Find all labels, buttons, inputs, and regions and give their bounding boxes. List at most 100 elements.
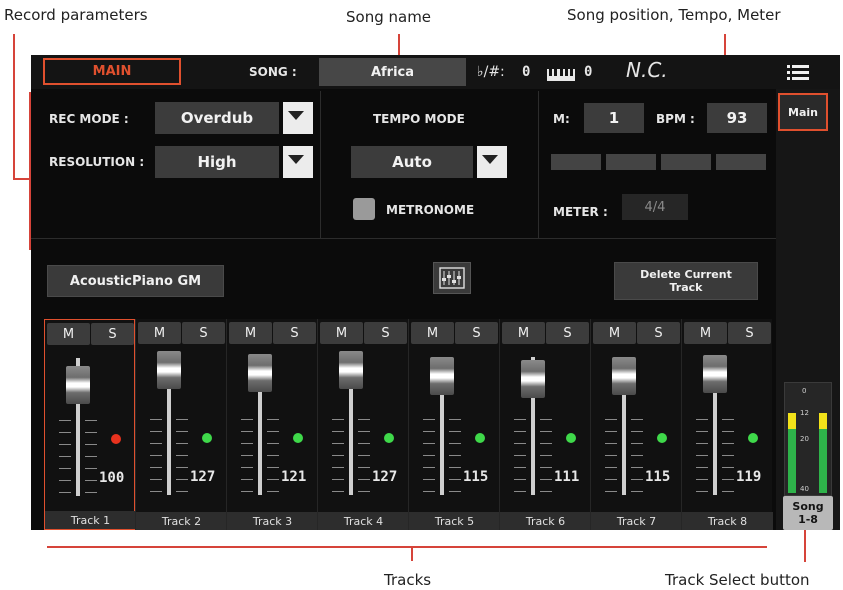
- track-name: Track 2: [136, 512, 227, 530]
- mute-button[interactable]: M: [593, 322, 636, 344]
- fader-tick: [358, 443, 370, 444]
- solo-button[interactable]: S: [182, 322, 225, 344]
- track-strip[interactable]: M S 115 Track 5: [408, 319, 500, 530]
- delete-track-label-1: Delete Current: [640, 268, 732, 281]
- fader-tick: [85, 492, 97, 493]
- fader-tick: [631, 431, 643, 432]
- solo-button[interactable]: S: [91, 323, 134, 345]
- track-select-label-1: Song: [792, 500, 824, 513]
- fader-tick: [514, 455, 526, 456]
- tempo-mode-dropdown-icon[interactable]: [477, 146, 507, 178]
- fader-tick: [540, 479, 552, 480]
- rec-mode-dropdown-icon[interactable]: [283, 102, 313, 134]
- mute-button[interactable]: M: [684, 322, 727, 344]
- fader-tick: [540, 419, 552, 420]
- fader-tick: [514, 431, 526, 432]
- fader-knob[interactable]: [521, 360, 545, 398]
- fader-knob[interactable]: [339, 351, 363, 389]
- fader-tick: [631, 491, 643, 492]
- solo-button[interactable]: S: [637, 322, 680, 344]
- sound-name-button[interactable]: AcousticPiano GM: [47, 265, 224, 297]
- main-tab[interactable]: MAIN: [43, 58, 181, 85]
- fader-tick: [358, 491, 370, 492]
- keyboard-icon: [547, 66, 575, 85]
- measure-field[interactable]: 1: [584, 103, 644, 133]
- mute-button[interactable]: M: [502, 322, 545, 344]
- fader-tick: [696, 443, 708, 444]
- fader-knob[interactable]: [248, 354, 272, 392]
- activity-led: [111, 434, 121, 444]
- solo-button[interactable]: S: [728, 322, 771, 344]
- mute-button[interactable]: M: [47, 323, 90, 345]
- fader-tick: [332, 443, 344, 444]
- fader-tick: [605, 479, 617, 480]
- bpm-field[interactable]: 93: [707, 103, 767, 133]
- solo-button[interactable]: S: [364, 322, 407, 344]
- fader-tick: [722, 455, 734, 456]
- solo-button[interactable]: S: [273, 322, 316, 344]
- meter-field[interactable]: 4/4: [622, 194, 688, 220]
- mute-button[interactable]: M: [320, 322, 363, 344]
- fader-tick: [332, 431, 344, 432]
- fader-tick: [358, 419, 370, 420]
- delete-current-track-button[interactable]: Delete Current Track: [614, 262, 758, 300]
- activity-led: [566, 433, 576, 443]
- rec-mode-select[interactable]: Overdub: [155, 102, 279, 134]
- fader-tick: [605, 443, 617, 444]
- fader-tick: [267, 491, 279, 492]
- mute-button[interactable]: M: [229, 322, 272, 344]
- fader-tick: [605, 455, 617, 456]
- track-select-button[interactable]: Song 1-8: [783, 496, 833, 530]
- fader-tick: [449, 491, 461, 492]
- callout-line-track-select: [804, 530, 806, 562]
- track-strip[interactable]: M S 115 Track 7: [590, 319, 682, 530]
- fader-knob[interactable]: [157, 351, 181, 389]
- fader-tick: [85, 420, 97, 421]
- solo-button[interactable]: S: [546, 322, 589, 344]
- master-level-meter: 0 12 20 40: [784, 382, 832, 496]
- fader-tick: [605, 419, 617, 420]
- beat-segment: [716, 154, 766, 170]
- resolution-dropdown-icon[interactable]: [283, 146, 313, 178]
- fader-tick: [241, 431, 253, 432]
- fader-tick: [85, 444, 97, 445]
- fader-tick: [59, 492, 71, 493]
- track-strip[interactable]: M S 100 Track 1: [44, 319, 136, 530]
- tempo-mode-select[interactable]: Auto: [351, 146, 473, 178]
- metronome-checkbox[interactable]: [353, 198, 375, 220]
- activity-led: [202, 433, 212, 443]
- menu-icon[interactable]: [787, 64, 809, 82]
- bpm-label: BPM :: [656, 112, 695, 126]
- fader-tick: [59, 420, 71, 421]
- track-strip[interactable]: M S 121 Track 3: [226, 319, 318, 530]
- mute-button[interactable]: M: [411, 322, 454, 344]
- beat-indicator: [551, 154, 766, 170]
- fader-knob[interactable]: [66, 366, 90, 404]
- mixer-view-icon[interactable]: [433, 262, 471, 294]
- main-side-label: Main: [788, 105, 818, 119]
- fader-tick: [59, 456, 71, 457]
- bpm-value: 93: [726, 109, 748, 127]
- fader-knob[interactable]: [703, 355, 727, 393]
- fader-tick: [631, 455, 643, 456]
- track-strip[interactable]: M S 111 Track 6: [499, 319, 591, 530]
- fader-tick: [423, 419, 435, 420]
- fader-tick: [423, 491, 435, 492]
- track-strip[interactable]: M S 127 Track 4: [317, 319, 409, 530]
- track-volume-value: 111: [554, 469, 580, 485]
- track-strip[interactable]: M S 127 Track 2: [135, 319, 227, 530]
- fader-tick: [722, 479, 734, 480]
- fader-knob[interactable]: [612, 357, 636, 395]
- fader-tick: [540, 455, 552, 456]
- solo-button[interactable]: S: [455, 322, 498, 344]
- track-strip[interactable]: M S 119 Track 8: [681, 319, 773, 530]
- device-screen: MAIN SONG : Africa ♭/#: 0 0 N.C. REC MOD…: [31, 55, 840, 530]
- resolution-select[interactable]: High: [155, 146, 279, 178]
- mute-button[interactable]: M: [138, 322, 181, 344]
- fader-tick: [85, 468, 97, 469]
- song-name-field[interactable]: Africa: [319, 58, 466, 86]
- main-side-button[interactable]: Main: [778, 93, 828, 131]
- fader-tick: [631, 467, 643, 468]
- fader-knob[interactable]: [430, 357, 454, 395]
- fader-tick: [722, 431, 734, 432]
